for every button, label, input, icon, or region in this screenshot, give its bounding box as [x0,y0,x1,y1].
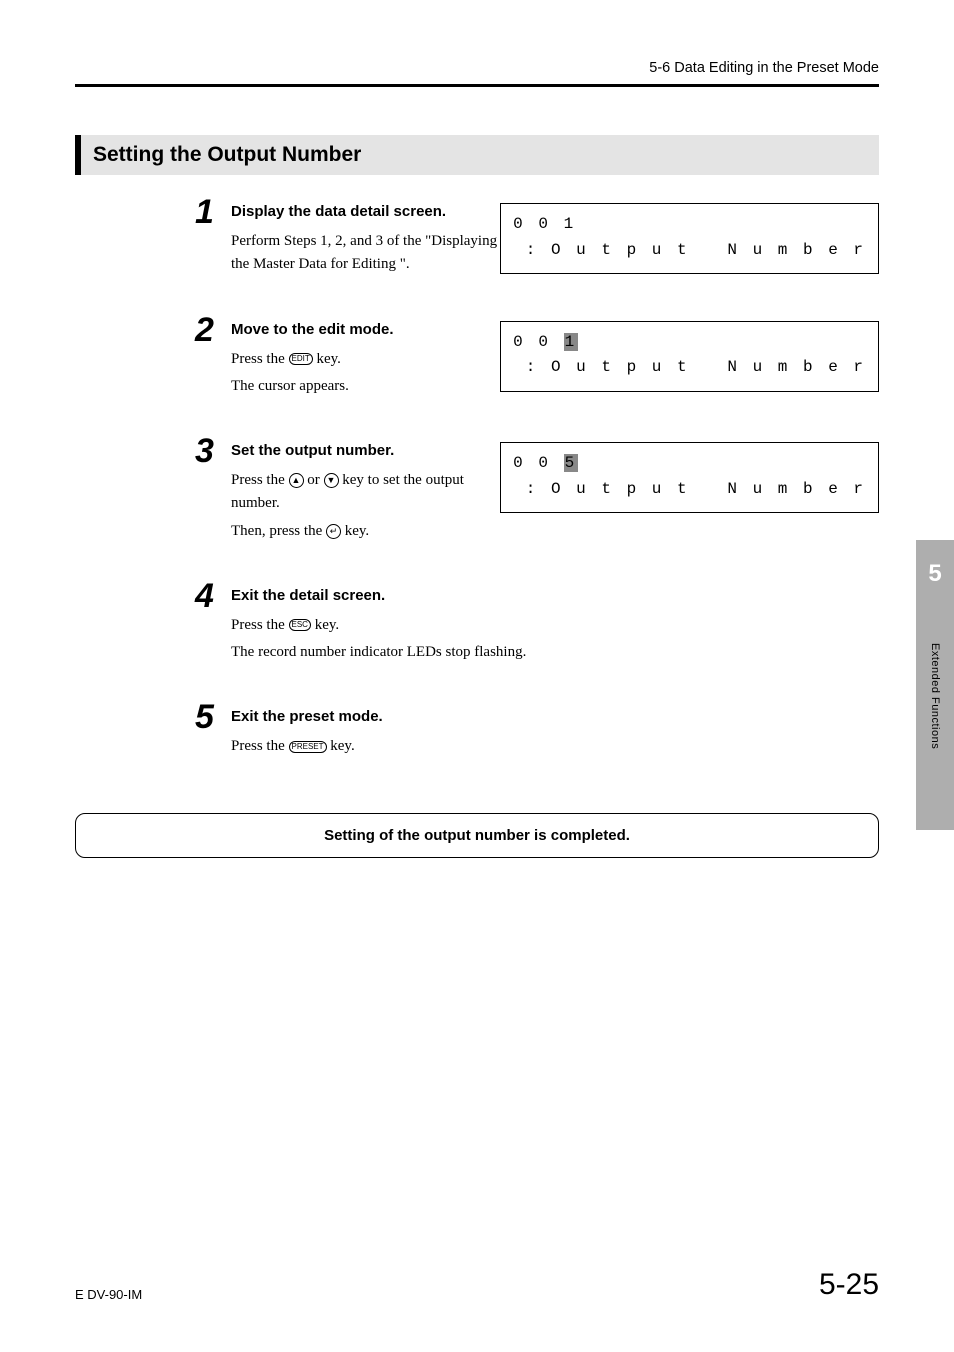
up-arrow-icon: ▲ [289,473,304,488]
step-1-heading: Display the data detail screen. [231,203,500,220]
step-4-text-b: key. [311,617,339,633]
step-3-text2-b: key. [341,523,369,539]
step-5: 5 Exit the preset mode. Press the PRESET… [75,708,879,762]
step-4: 4 Exit the detail screen. Press the ESC … [75,587,879,669]
lcd-3-line2: : O u t p u t N u m b e r [513,480,866,498]
section-tab-num: 5 [928,560,941,588]
lcd-2-line1a: 0 0 [513,333,563,351]
step-2: 2 Move to the edit mode. Press the EDIT … [75,321,879,403]
down-arrow-icon: ▼ [324,473,339,488]
step-4-text-a: Press the [231,617,289,633]
lcd-2-line2: : O u t p u t N u m b e r [513,358,866,376]
step-num-5: 5 [195,700,221,734]
step-3-text2-a: Then, press the [231,523,326,539]
section-tab: 5 Extended Functions [916,540,954,830]
step-2-text-a: Press the [231,351,289,367]
step-4-line1: Press the ESC key. [231,614,555,637]
step-2-text-b: key. [313,351,341,367]
step-5-heading: Exit the preset mode. [231,708,555,725]
footer-doc-id: E DV-90-IM [75,1287,142,1302]
step-num-3: 3 [195,434,221,468]
lcd-1-line1: 0 0 1 [513,215,576,233]
preset-key-icon: PRESET [289,741,327,753]
step-2-heading: Move to the edit mode. [231,321,500,338]
chapter-header: 5-6 Data Editing in the Preset Mode [75,60,879,76]
section-title: Setting the Output Number [75,135,879,175]
step-3-line2: Then, press the ↵ key. [231,520,500,543]
lcd-2-cursor: 1 [564,333,579,351]
step-5-text-b: key. [327,738,355,754]
step-3-line1: Press the ▲ or ▼ key to set the output n… [231,469,500,516]
lcd-display-3: 0 0 5 : O u t p u t N u m b e r [500,442,879,513]
step-1-text: Perform Steps 1, 2, and 3 of the "Displa… [231,230,500,277]
lcd-1-line2: : O u t p u t N u m b e r [513,241,866,259]
esc-key-icon: ESC [289,619,311,631]
lcd-3-line1a: 0 0 [513,454,563,472]
lcd-display-2: 0 0 1 : O u t p u t N u m b e r [500,321,879,392]
step-num-4: 4 [195,579,221,613]
step-2-line2: The cursor appears. [231,375,500,398]
step-num-1: 1 [195,195,221,229]
step-5-text-a: Press the [231,738,289,754]
edit-key-icon: EDIT [289,353,313,365]
completion-message: Setting of the output number is complete… [75,813,879,858]
header-rule [75,84,879,87]
step-1: 1 Display the data detail screen. Perfor… [75,203,879,281]
step-3-heading: Set the output number. [231,442,500,459]
step-4-heading: Exit the detail screen. [231,587,555,604]
step-3: 3 Set the output number. Press the ▲ or … [75,442,879,547]
page-number: 5-25 [819,1268,879,1302]
step-2-line1: Press the EDIT key. [231,348,500,371]
enter-key-icon: ↵ [326,524,341,539]
lcd-display-1: 0 0 1 : O u t p u t N u m b e r [500,203,879,274]
lcd-3-cursor: 5 [564,454,579,472]
step-4-line2: The record number indicator LEDs stop fl… [231,641,555,664]
step-3-text-mid: or [304,472,324,488]
step-3-text-a: Press the [231,472,289,488]
step-5-line1: Press the PRESET key. [231,735,555,758]
step-num-2: 2 [195,313,221,347]
section-tab-text: Extended Functions [929,643,941,749]
